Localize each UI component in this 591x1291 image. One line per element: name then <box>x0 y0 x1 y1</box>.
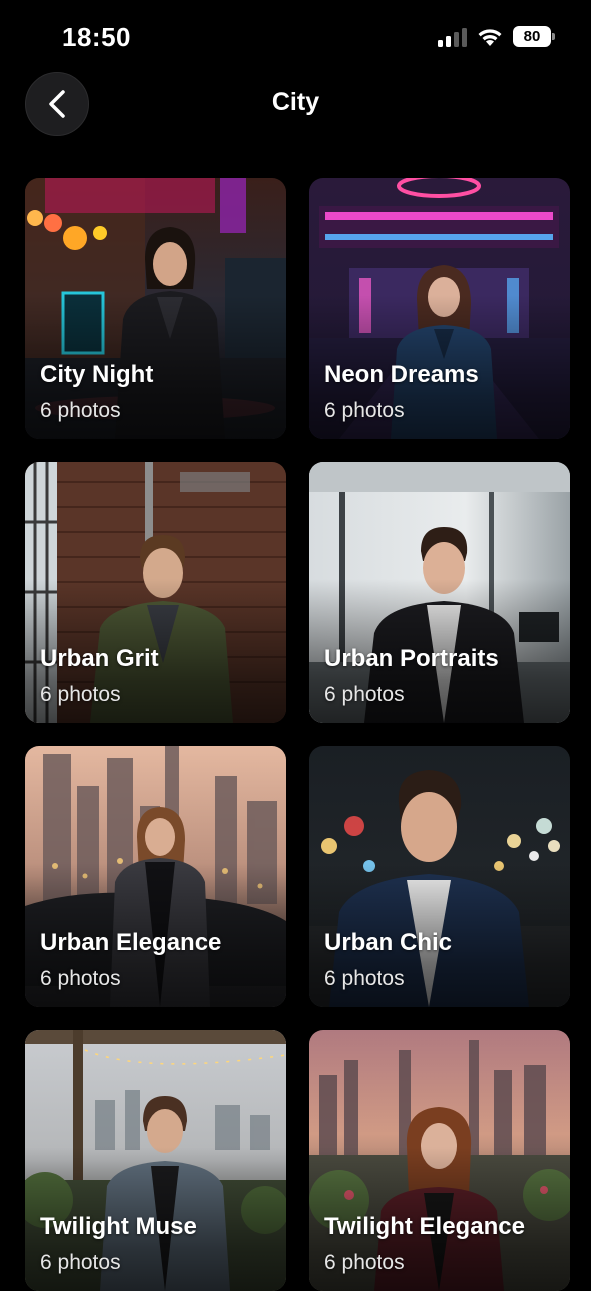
status-bar: 18:50 80 <box>0 0 591 80</box>
page-title: City <box>271 88 320 116</box>
album-photo-count: 6 photos <box>40 683 121 706</box>
album-card[interactable]: Urban Portraits 6 photos <box>309 462 570 723</box>
album-photo-count: 6 photos <box>40 967 121 990</box>
album-photo-count: 6 photos <box>324 1251 405 1274</box>
album-photo-count: 6 photos <box>324 967 405 990</box>
album-title: Urban Grit <box>40 645 159 672</box>
album-title: City Night <box>40 361 154 388</box>
status-icons: 80 <box>438 26 555 47</box>
album-title: Urban Portraits <box>324 645 499 672</box>
album-title: Twilight Muse <box>40 1213 197 1240</box>
album-card[interactable]: City Night 6 photos <box>25 178 286 439</box>
album-card[interactable]: Urban Elegance 6 photos <box>25 746 286 1007</box>
battery-icon: 80 <box>513 26 555 47</box>
album-card[interactable]: Twilight Elegance 6 photos <box>309 1030 570 1291</box>
album-photo-count: 6 photos <box>40 399 121 422</box>
album-card[interactable]: Twilight Muse 6 photos <box>25 1030 286 1291</box>
album-title: Neon Dreams <box>324 361 479 388</box>
album-title: Urban Elegance <box>40 929 222 956</box>
wifi-icon <box>478 28 502 46</box>
album-title: Urban Chic <box>324 929 453 956</box>
album-title: Twilight Elegance <box>324 1213 525 1240</box>
album-photo-count: 6 photos <box>324 683 405 706</box>
album-card[interactable]: Urban Chic 6 photos <box>309 746 570 1007</box>
album-card[interactable]: Neon Dreams 6 photos <box>309 178 570 439</box>
album-grid: City Night 6 photos Neon Dreams 6 photos… <box>25 178 570 1291</box>
cellular-signal-icon <box>438 27 467 47</box>
album-card[interactable]: Urban Grit 6 photos <box>25 462 286 723</box>
album-photo-count: 6 photos <box>324 399 405 422</box>
album-photo-count: 6 photos <box>40 1251 121 1274</box>
battery-level: 80 <box>523 28 541 45</box>
status-time: 18:50 <box>62 22 131 52</box>
